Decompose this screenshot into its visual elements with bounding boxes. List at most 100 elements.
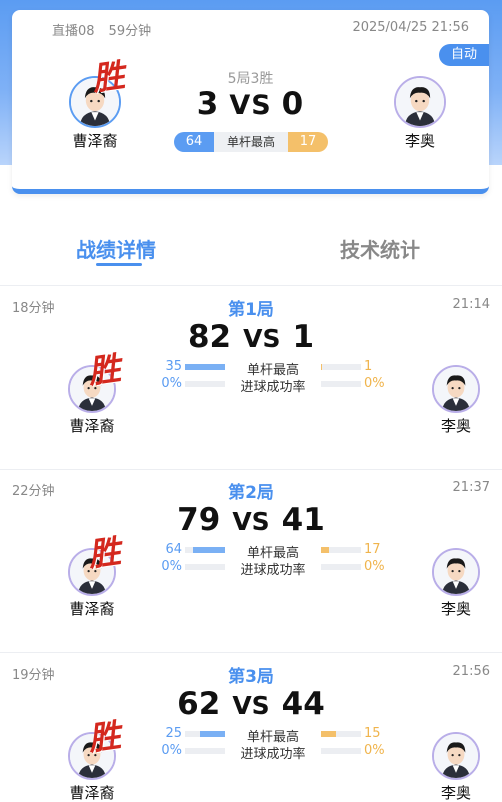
score-right: 0 bbox=[281, 86, 305, 122]
pot-rate-label: 进球成功率 bbox=[240, 563, 306, 578]
score-left: 3 bbox=[196, 86, 220, 122]
stat-row-pot-rate: 0% 进球成功率 0% bbox=[160, 559, 386, 578]
tab-active-indicator bbox=[96, 263, 142, 266]
game-score-left: 82 bbox=[187, 319, 232, 355]
pot-rate-left-bar bbox=[185, 564, 225, 570]
bar-fill bbox=[321, 364, 323, 370]
tab-stats[interactable]: 技术统计 bbox=[340, 234, 420, 263]
pot-rate-left-bar bbox=[185, 381, 225, 387]
game-score: 79 VS 41 bbox=[0, 502, 502, 538]
vs-label: VS bbox=[232, 507, 270, 536]
high-break-left-value: 35 bbox=[165, 359, 182, 374]
high-break-label: 单杆最高 bbox=[214, 132, 288, 152]
game-card[interactable]: 22分钟 第2局 21:37 79 VS 41 64 单杆最高 17 0% 进球成功… bbox=[0, 470, 502, 620]
vs-label: VS bbox=[243, 324, 281, 353]
tab-details[interactable]: 战绩详情 bbox=[76, 234, 156, 263]
high-break-right-bar bbox=[321, 547, 361, 553]
high-break-right-value: 1 bbox=[364, 359, 373, 374]
player-right-avatar bbox=[432, 548, 480, 596]
high-break-right: 17 bbox=[288, 132, 328, 152]
player-right[interactable]: 李奥 bbox=[428, 548, 484, 619]
game-title: 第2局 bbox=[228, 483, 274, 503]
high-break-left-bar bbox=[185, 731, 225, 737]
divider bbox=[0, 285, 502, 286]
game-title: 第1局 bbox=[228, 300, 274, 320]
match-duration: 59分钟 bbox=[108, 24, 152, 39]
stat-row-high-break: 25 单杆最高 15 bbox=[160, 726, 386, 745]
player-left-name: 曹泽裔 bbox=[72, 132, 118, 150]
high-break-right-value: 15 bbox=[364, 726, 381, 741]
game-score-right: 41 bbox=[281, 502, 325, 538]
pot-rate-label: 进球成功率 bbox=[240, 747, 306, 762]
bar-fill bbox=[193, 547, 225, 553]
pot-rate-left-value: 0% bbox=[161, 559, 182, 574]
high-break-left-bar bbox=[185, 364, 225, 370]
player-right-avatar bbox=[432, 365, 480, 413]
high-break-left: 64 bbox=[174, 132, 214, 152]
game-score: 62 VS 44 bbox=[0, 686, 502, 722]
avatar-icon bbox=[434, 367, 478, 411]
match-summary-card: 直播08 59分钟 2025/04/25 21:56 自动 曹泽裔 胜 李奥 5… bbox=[12, 10, 489, 194]
player-left-name: 曹泽裔 bbox=[69, 784, 115, 802]
channel-label: 直播08 bbox=[52, 24, 95, 39]
game-score-right: 44 bbox=[281, 686, 325, 722]
stat-row-pot-rate: 0% 进球成功率 0% bbox=[160, 376, 386, 395]
high-break-right-bar bbox=[321, 364, 361, 370]
match-format: 5局3胜 bbox=[227, 71, 274, 87]
game-end-time: 21:14 bbox=[452, 297, 490, 312]
pot-rate-right-bar bbox=[321, 381, 361, 387]
game-end-time: 21:56 bbox=[452, 664, 490, 679]
win-stamp: 胜 bbox=[85, 715, 123, 759]
pot-rate-left-bar bbox=[185, 748, 225, 754]
win-stamp: 胜 bbox=[85, 531, 123, 575]
bar-fill bbox=[321, 731, 337, 737]
bar-fill bbox=[200, 731, 225, 737]
pot-rate-right-value: 0% bbox=[364, 743, 385, 758]
match-score: 3 VS 0 bbox=[12, 86, 489, 122]
game-score: 82 VS 1 bbox=[0, 319, 502, 355]
pot-rate-right-bar bbox=[321, 748, 361, 754]
bar-fill bbox=[185, 364, 225, 370]
high-break-right-bar bbox=[321, 731, 361, 737]
high-break-left-value: 25 bbox=[165, 726, 182, 741]
match-datetime: 2025/04/25 21:56 bbox=[352, 20, 469, 35]
high-break-summary: 64 单杆最高 17 bbox=[174, 132, 328, 152]
pot-rate-right-value: 0% bbox=[364, 376, 385, 391]
avatar-icon bbox=[434, 550, 478, 594]
stat-row-high-break: 35 单杆最高 1 bbox=[160, 359, 386, 378]
stat-row-pot-rate: 0% 进球成功率 0% bbox=[160, 743, 386, 762]
tab-bar: 战绩详情 技术统计 bbox=[0, 222, 502, 282]
pot-rate-left-value: 0% bbox=[161, 376, 182, 391]
game-title: 第3局 bbox=[228, 667, 274, 687]
game-card[interactable]: 19分钟 第3局 21:56 62 VS 44 25 单杆最高 15 0% 进球成功… bbox=[0, 654, 502, 802]
stat-row-high-break: 64 单杆最高 17 bbox=[160, 542, 386, 561]
high-break-right-value: 17 bbox=[364, 542, 381, 557]
avatar-icon bbox=[434, 734, 478, 778]
high-break-left-value: 64 bbox=[165, 542, 182, 557]
game-card[interactable]: 18分钟 第1局 21:14 82 VS 1 35 单杆最高 1 0% 进球成功率 … bbox=[0, 287, 502, 437]
player-left-name: 曹泽裔 bbox=[69, 600, 115, 618]
player-right-name: 李奥 bbox=[440, 600, 471, 618]
pot-rate-label: 进球成功率 bbox=[240, 380, 306, 395]
player-right[interactable]: 李奥 bbox=[428, 365, 484, 436]
game-end-time: 21:37 bbox=[452, 480, 490, 495]
player-right-avatar bbox=[432, 732, 480, 780]
player-right-name: 李奥 bbox=[440, 417, 471, 435]
pot-rate-right-value: 0% bbox=[364, 559, 385, 574]
bar-fill bbox=[321, 547, 330, 553]
player-right[interactable]: 李奥 bbox=[428, 732, 484, 802]
pot-rate-left-value: 0% bbox=[161, 743, 182, 758]
auto-badge[interactable]: 自动 bbox=[439, 44, 489, 66]
game-score-right: 1 bbox=[292, 319, 315, 355]
divider bbox=[0, 652, 502, 653]
game-score-left: 79 bbox=[177, 502, 221, 538]
pot-rate-right-bar bbox=[321, 564, 361, 570]
win-stamp: 胜 bbox=[85, 348, 123, 392]
vs-label: VS bbox=[232, 691, 270, 720]
game-score-left: 62 bbox=[177, 686, 221, 722]
player-left-name: 曹泽裔 bbox=[69, 417, 115, 435]
player-right-name: 李奥 bbox=[440, 784, 471, 802]
match-meta: 直播08 59分钟 bbox=[52, 20, 151, 39]
player-right-name: 李奥 bbox=[404, 132, 435, 150]
vs-label: VS bbox=[229, 90, 272, 121]
